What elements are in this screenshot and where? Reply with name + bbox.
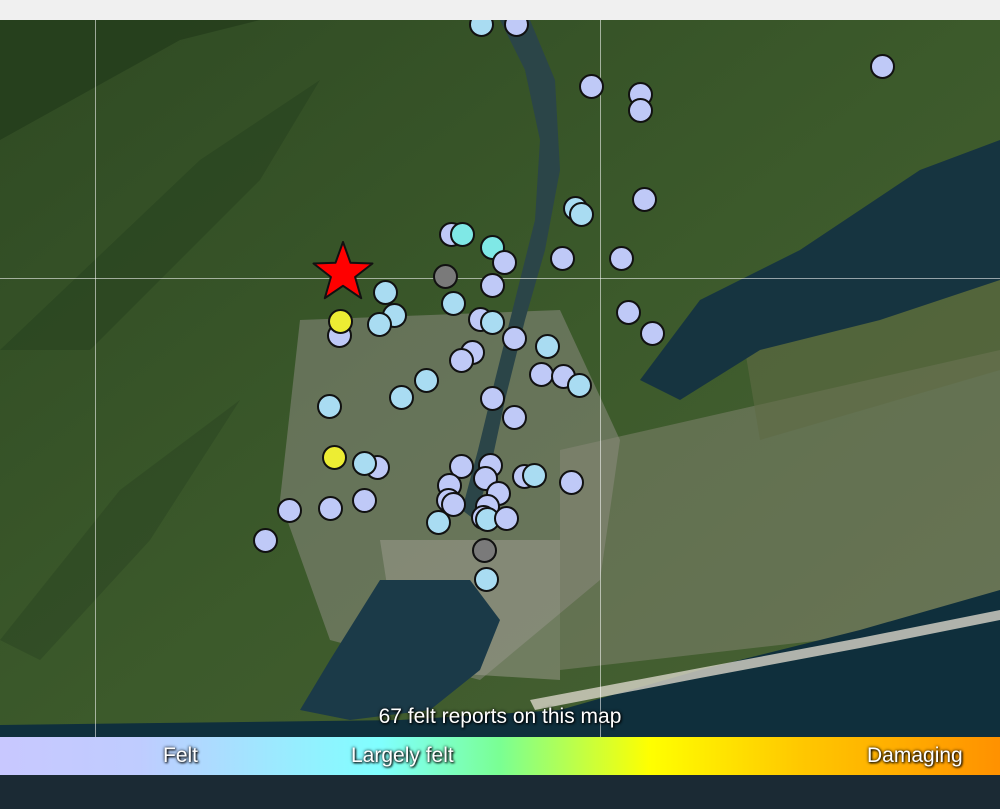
satellite-basemap	[0, 20, 1000, 809]
felt-report-marker[interactable]	[351, 450, 377, 476]
felt-report-marker[interactable]	[501, 325, 527, 351]
felt-report-marker[interactable]	[473, 566, 499, 592]
felt-report-marker[interactable]	[432, 263, 458, 289]
felt-report-marker[interactable]	[440, 290, 466, 316]
felt-report-marker[interactable]	[388, 384, 414, 410]
felt-report-marker[interactable]	[276, 497, 302, 523]
felt-report-marker[interactable]	[366, 311, 392, 337]
felt-report-marker[interactable]	[252, 527, 278, 553]
epicenter-star-icon[interactable]	[312, 240, 374, 302]
felt-report-marker[interactable]	[479, 272, 505, 298]
felt-report-marker[interactable]	[639, 320, 665, 346]
legend-label-felt: Felt	[163, 744, 199, 767]
felt-report-marker[interactable]	[471, 537, 497, 563]
felt-report-marker[interactable]	[627, 97, 653, 123]
felt-report-marker[interactable]	[549, 245, 575, 271]
felt-report-marker[interactable]	[317, 495, 343, 521]
felt-report-marker[interactable]	[631, 186, 657, 212]
felt-report-marker[interactable]	[568, 201, 594, 227]
map-grid-line	[95, 20, 96, 809]
felt-report-marker[interactable]	[608, 245, 634, 271]
felt-report-marker[interactable]	[372, 279, 398, 305]
felt-report-marker[interactable]	[521, 462, 547, 488]
felt-report-marker[interactable]	[869, 53, 895, 79]
legend-label-largely-felt: Largely felt	[351, 744, 454, 767]
felt-report-marker[interactable]	[578, 73, 604, 99]
felt-report-marker[interactable]	[491, 249, 517, 275]
map-bottom-edge	[0, 775, 1000, 809]
intensity-legend: Felt Largely felt Damaging	[0, 737, 1000, 775]
felt-report-marker[interactable]	[479, 385, 505, 411]
map-grid-line	[600, 20, 601, 809]
felt-report-marker[interactable]	[321, 444, 347, 470]
felt-report-marker[interactable]	[528, 361, 554, 387]
felt-report-marker[interactable]	[448, 347, 474, 373]
felt-report-count: 67 felt reports on this map	[378, 705, 622, 728]
felt-report-marker[interactable]	[449, 221, 475, 247]
felt-report-marker[interactable]	[566, 372, 592, 398]
felt-report-marker[interactable]	[501, 404, 527, 430]
felt-report-marker[interactable]	[316, 393, 342, 419]
felt-report-marker[interactable]	[351, 487, 377, 513]
felt-report-marker[interactable]	[479, 309, 505, 335]
felt-report-marker[interactable]	[493, 505, 519, 531]
felt-report-marker[interactable]	[534, 333, 560, 359]
felt-report-marker[interactable]	[413, 367, 439, 393]
felt-report-marker[interactable]	[558, 469, 584, 495]
felt-report-marker[interactable]	[425, 509, 451, 535]
felt-report-marker[interactable]	[615, 299, 641, 325]
felt-report-marker[interactable]	[327, 308, 353, 334]
felt-reports-map[interactable]: 67 felt reports on this map Felt Largely…	[0, 20, 1000, 809]
legend-label-damaging: Damaging	[867, 744, 963, 767]
